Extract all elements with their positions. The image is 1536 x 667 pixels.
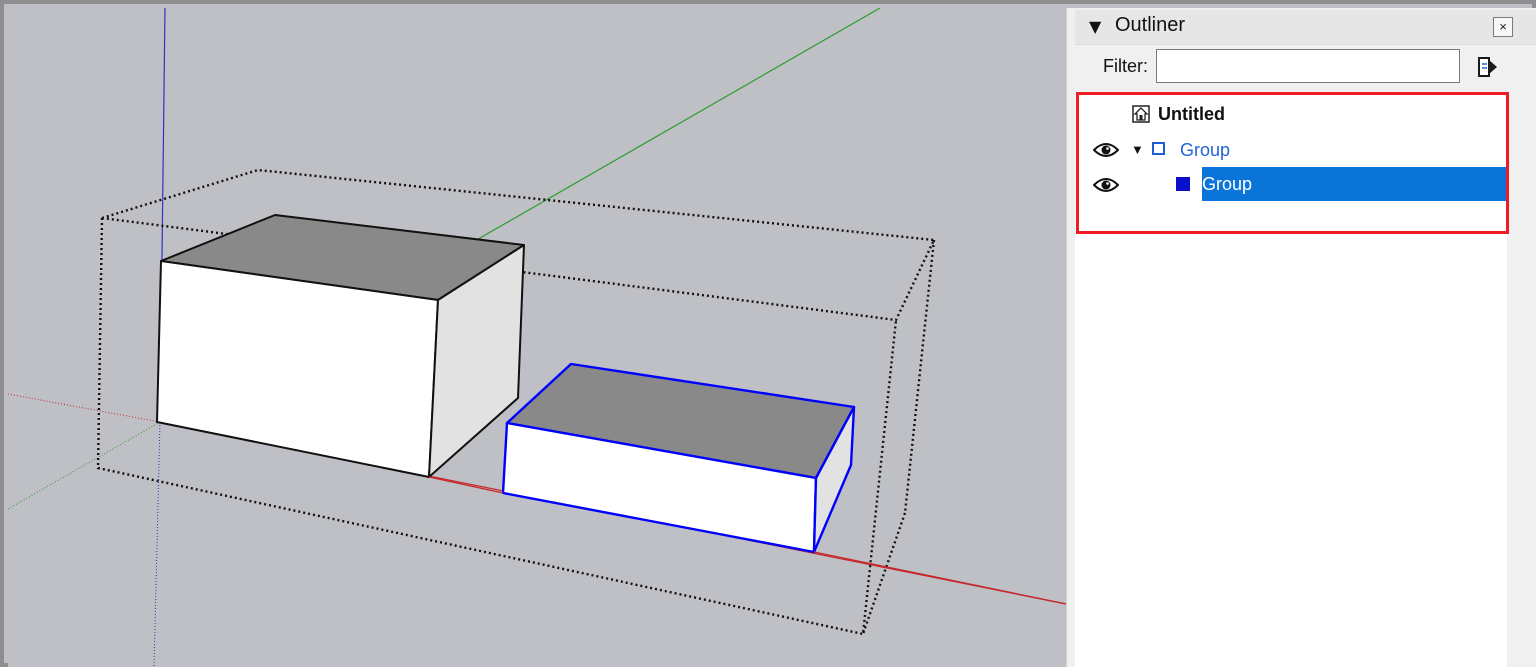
filter-input[interactable] xyxy=(1156,49,1460,83)
large-box-front xyxy=(156,260,439,478)
outliner-title-bar[interactable]: ▼ Outliner × xyxy=(1075,10,1536,45)
z-axis-dotted xyxy=(153,421,161,667)
x-axis-overlay-2 xyxy=(813,551,1066,605)
small-box-selected xyxy=(501,362,856,554)
large-box xyxy=(156,214,525,478)
annotation-highlight-box xyxy=(1076,92,1509,234)
model-viewport[interactable] xyxy=(8,8,1066,667)
outliner-title: Outliner xyxy=(1115,14,1186,36)
close-button[interactable]: × xyxy=(1493,17,1513,37)
window-frame: ▼ Outliner × Filter: Untitled ▼ Group Gr… xyxy=(0,0,1536,667)
details-arrow-icon[interactable] xyxy=(1477,56,1499,78)
filter-label: Filter: xyxy=(1103,56,1148,76)
triangle-down-icon[interactable]: ▼ xyxy=(1089,17,1101,36)
x-axis-dotted xyxy=(8,393,161,423)
scene-canvas[interactable] xyxy=(8,8,1066,667)
y-axis-dotted xyxy=(8,421,161,510)
x-axis-overlay xyxy=(428,476,504,494)
